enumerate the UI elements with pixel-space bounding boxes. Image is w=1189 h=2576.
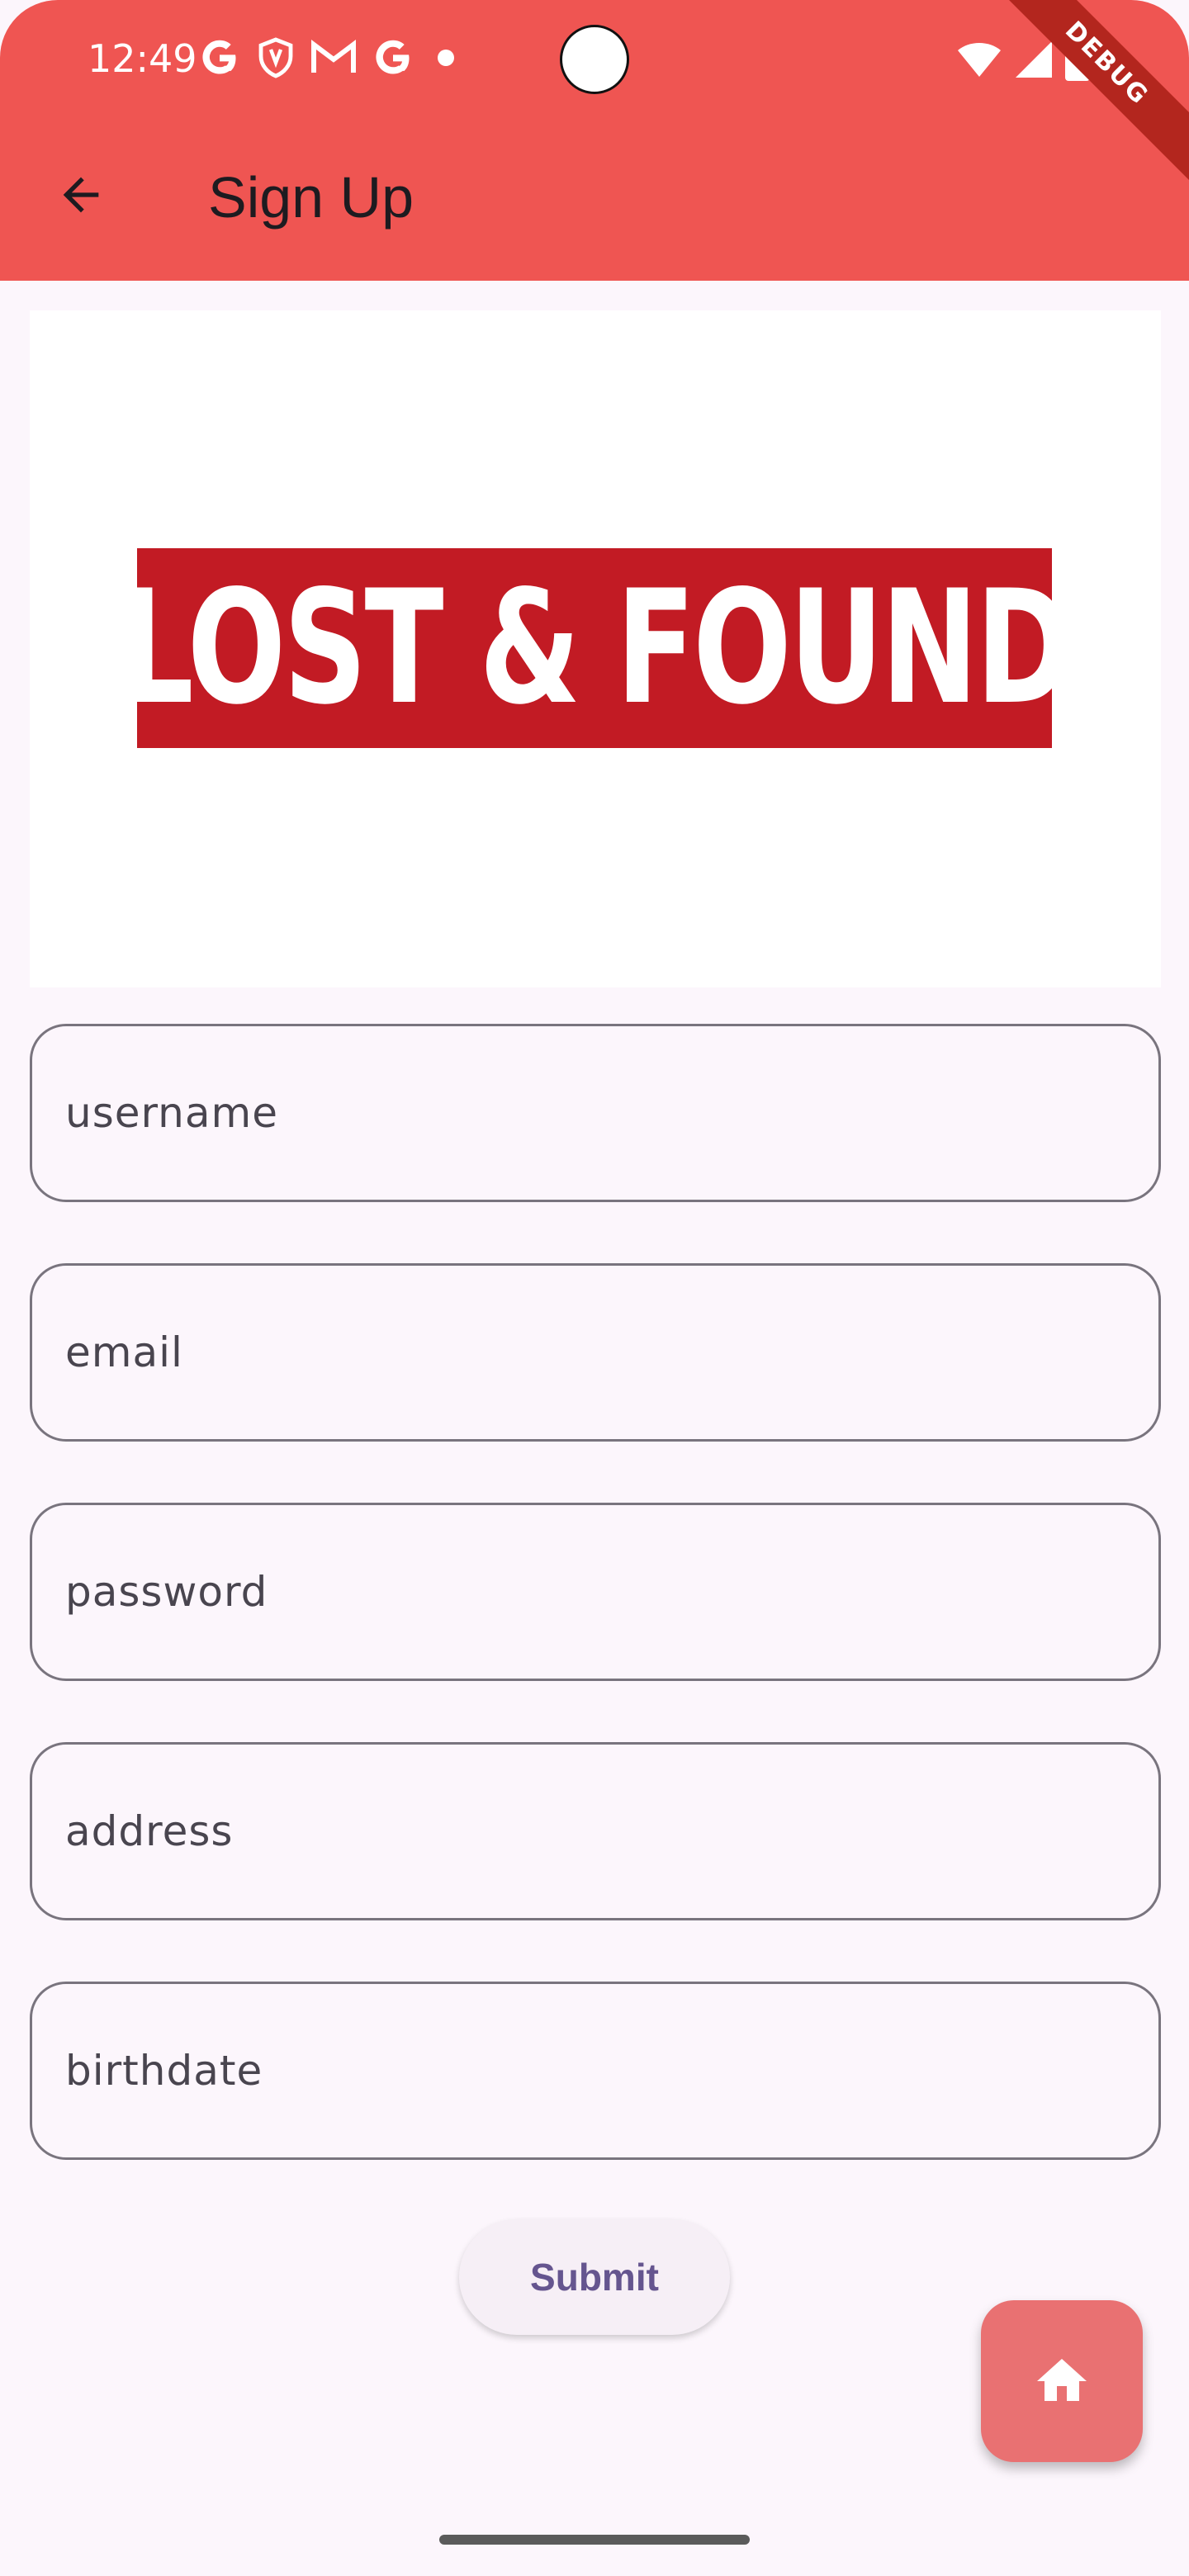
logo-banner: LOST & FOUND [120, 548, 1072, 748]
arrow-back-icon [63, 177, 99, 213]
email-field[interactable] [30, 1263, 1161, 1442]
shield-icon [258, 37, 293, 78]
birthdate-input[interactable] [65, 1984, 1122, 2157]
back-button[interactable] [43, 157, 119, 233]
google-g-icon [202, 40, 236, 74]
wifi-icon [958, 43, 1001, 77]
gesture-home-indicator[interactable] [439, 2535, 750, 2545]
submit-button[interactable]: Submit [459, 2219, 730, 2335]
email-input[interactable] [65, 1266, 1122, 1439]
google-g-icon [376, 40, 410, 74]
username-input[interactable] [65, 1026, 1122, 1200]
sign-up-screen: 12:49 DEBUG Sign Up LOST & FOUND usernam… [0, 0, 1189, 2576]
address-field[interactable] [30, 1742, 1161, 1920]
home-fab-button[interactable] [981, 2300, 1143, 2462]
password-input[interactable] [65, 1505, 1122, 1679]
camera-cutout [560, 25, 629, 94]
status-bar: 12:49 [0, 0, 1189, 119]
gmail-icon [311, 40, 356, 73]
status-time: 12:49 [88, 36, 197, 81]
logo-text: LOST & FOUND [119, 556, 1072, 739]
birthdate-field[interactable] [30, 1982, 1161, 2160]
logo-image: LOST & FOUND [30, 310, 1161, 987]
dot-icon [438, 50, 454, 66]
username-field[interactable] [30, 1024, 1161, 1202]
page-title: Sign Up [208, 165, 414, 230]
signal-icon [1016, 41, 1052, 78]
address-input[interactable] [65, 1745, 1122, 1918]
notification-icons [198, 36, 462, 79]
password-field[interactable] [30, 1503, 1161, 1681]
home-icon [1037, 2359, 1087, 2401]
app-bar: 12:49 DEBUG Sign Up [0, 0, 1189, 281]
